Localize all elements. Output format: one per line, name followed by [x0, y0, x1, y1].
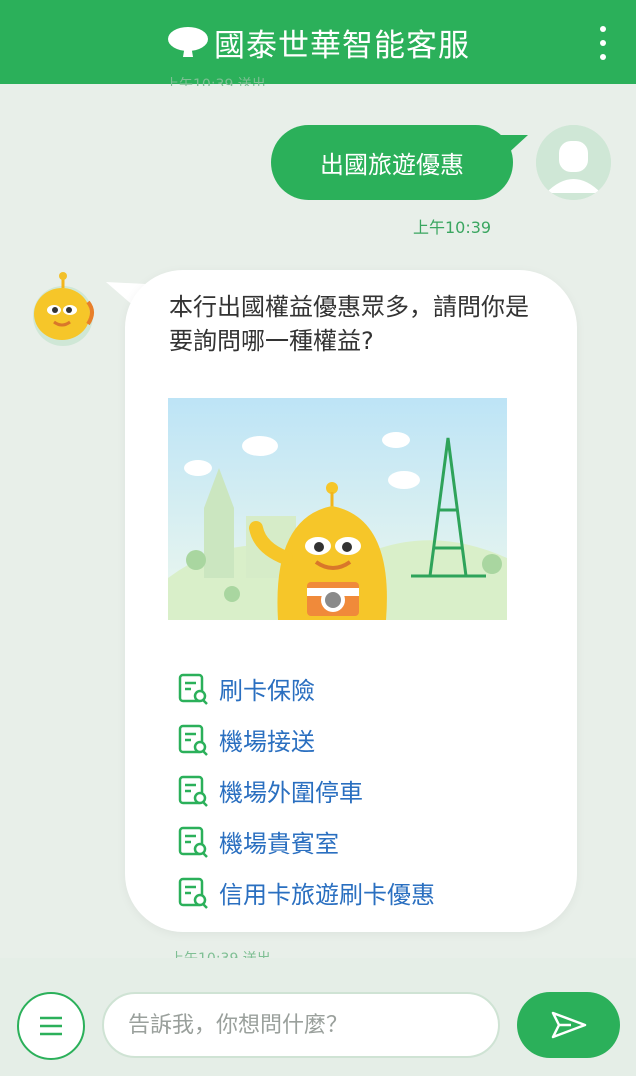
tree-icon: [168, 27, 208, 57]
bot-option-list: 刷卡保險 機場接送 機場外圍停車 機場貴賓室 信用卡旅遊刷卡優惠: [177, 663, 557, 918]
document-search-icon: [178, 826, 208, 858]
option-item[interactable]: 機場貴賓室: [177, 816, 557, 867]
message-input[interactable]: [102, 992, 500, 1058]
brand: 國泰世華智能客服: [166, 20, 470, 65]
user-message-bubble: 出國旅遊優惠: [271, 125, 513, 200]
document-search-icon: [178, 724, 208, 756]
page-title: 國泰世華智能客服: [214, 27, 470, 64]
option-item[interactable]: 信用卡旅遊刷卡優惠: [177, 867, 557, 918]
clipped-timestamp-top: 上午10:39 送出: [165, 77, 266, 86]
travel-banner-illustration: [168, 398, 507, 620]
app-header: 國泰世華智能客服: [0, 0, 636, 84]
option-label: 信用卡旅遊刷卡優惠: [219, 881, 435, 909]
document-search-icon: [178, 673, 208, 705]
send-icon: [551, 1011, 586, 1039]
option-label: 機場外圍停車: [219, 779, 363, 807]
bot-avatar: [33, 272, 94, 346]
bot-message-text: 本行出國權益優惠眾多，請問你是要詢問哪一種權益?: [169, 293, 529, 355]
document-search-icon: [178, 775, 208, 807]
option-item[interactable]: 機場接送: [177, 714, 557, 765]
option-item[interactable]: 機場外圍停車: [177, 765, 557, 816]
more-vertical-icon[interactable]: [596, 26, 610, 60]
person-icon: [536, 125, 611, 200]
menu-button[interactable]: [17, 992, 85, 1060]
user-avatar: [536, 125, 611, 200]
option-label: 刷卡保險: [219, 677, 315, 705]
hamburger-icon: [40, 1016, 62, 1036]
user-message-text: 出國旅遊優惠: [320, 151, 464, 179]
user-message-time: 上午10:39: [413, 218, 492, 237]
option-label: 機場接送: [219, 728, 315, 756]
option-item[interactable]: 刷卡保險: [177, 663, 557, 714]
bot-message-bubble: 本行出國權益優惠眾多，請問你是要詢問哪一種權益? 刷卡保險 機場接送 機場外圍停…: [125, 270, 577, 932]
send-button[interactable]: [517, 992, 620, 1058]
document-search-icon: [178, 877, 208, 909]
option-label: 機場貴賓室: [219, 830, 339, 858]
